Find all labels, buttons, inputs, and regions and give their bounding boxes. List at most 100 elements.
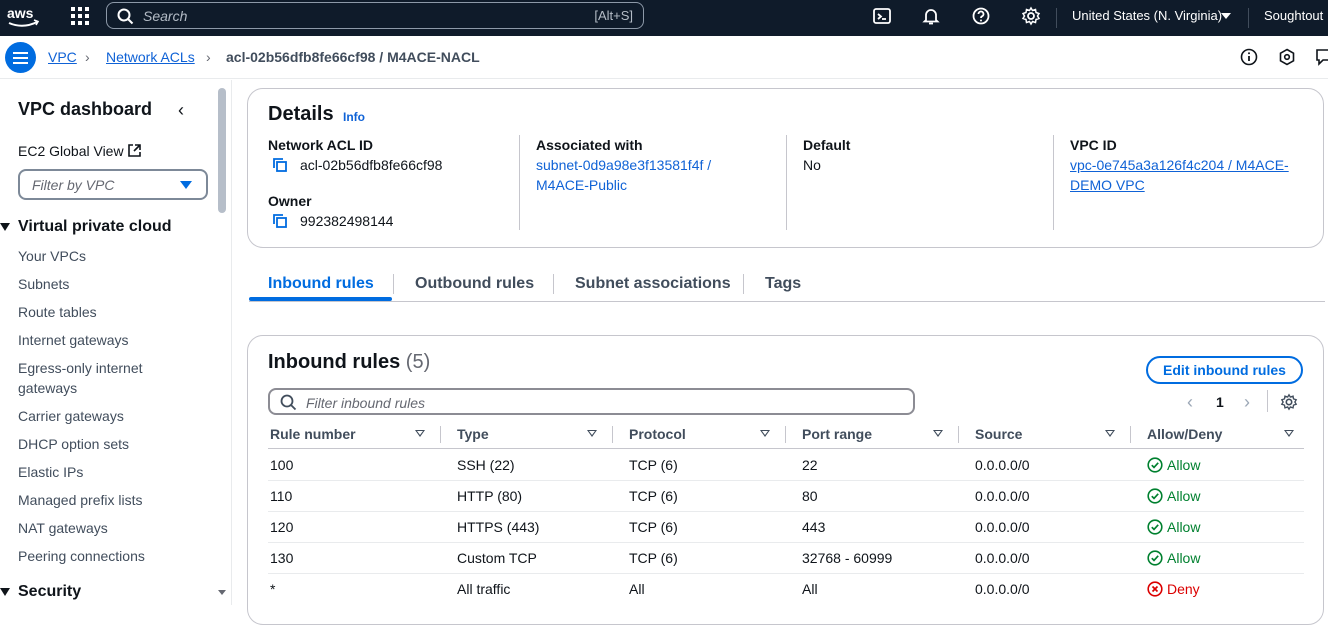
associated-subnet-link[interactable]: subnet-0d9a98e3f13581f4f / [536, 155, 711, 175]
search-shortcut: [Alt+S] [594, 8, 633, 23]
sidebar-item-route-tables[interactable]: Route tables [18, 302, 198, 322]
search-icon [280, 394, 297, 411]
sort-caret-icon[interactable] [760, 430, 770, 437]
previous-page-icon[interactable]: ‹ [1187, 392, 1193, 413]
column-header-allow-deny[interactable]: Allow/Deny [1147, 426, 1222, 442]
cell-source: 0.0.0.0/0 [975, 457, 1030, 473]
sidebar-item-egress-only-internet-gateways[interactable]: Egress-only internet gateways [18, 358, 158, 398]
cell-protocol: All [629, 581, 645, 597]
sidebar-item-your-vpcs[interactable]: Your VPCs [18, 246, 198, 266]
sidebar-item-carrier-gateways[interactable]: Carrier gateways [18, 406, 198, 426]
aws-logo[interactable]: aws [6, 4, 42, 30]
cell-protocol: TCP (6) [629, 519, 678, 535]
cell-allow-deny: Allow [1167, 550, 1201, 566]
breadcrumb-vpc-link[interactable]: VPC [48, 49, 77, 65]
sort-caret-icon[interactable] [933, 430, 943, 437]
services-grid-icon[interactable] [71, 7, 89, 25]
sort-caret-icon[interactable] [587, 430, 597, 437]
feedback-icon[interactable] [1314, 47, 1328, 67]
tab-inbound-rules[interactable]: Inbound rules [268, 275, 374, 293]
top-navigation: aws Search [Alt+S] United States (N. Vir… [0, 0, 1328, 36]
column-resizer[interactable] [958, 426, 959, 443]
settings-gear-icon[interactable] [1021, 6, 1041, 26]
associated-subnet-link-name[interactable]: M4ACE-Public [536, 175, 627, 195]
sidebar-item-peering-connections[interactable]: Peering connections [18, 546, 198, 566]
sidebar-section-virtual-private-cloud[interactable]: Virtual private cloud [18, 218, 172, 236]
sidebar-scrollbar[interactable] [218, 88, 226, 213]
breadcrumb-bar: VPC › Network ACLs › acl-02b56dfb8fe66cf… [0, 36, 1328, 79]
column-resizer[interactable] [440, 426, 441, 443]
sidebar-title[interactable]: VPC dashboard [18, 99, 152, 120]
row-divider [268, 573, 1304, 574]
cell-port-range: 80 [802, 488, 818, 504]
associated-with-label: Associated with [536, 137, 643, 153]
caret-down-icon[interactable] [0, 223, 10, 231]
notifications-bell-icon[interactable] [921, 6, 941, 26]
global-search-input[interactable]: Search [Alt+S] [106, 2, 644, 29]
nav-divider [1056, 8, 1057, 28]
cell-type: HTTP (80) [457, 488, 523, 504]
inbound-rules-title: Inbound rules [268, 351, 401, 373]
next-page-icon[interactable]: › [1244, 392, 1250, 413]
tab-divider [393, 274, 394, 294]
sidebar-item-elastic-ips[interactable]: Elastic IPs [18, 462, 198, 482]
hexagon-icon[interactable] [1277, 47, 1297, 67]
tab-tags[interactable]: Tags [765, 275, 801, 293]
check-circle-icon [1147, 457, 1163, 473]
caret-down-icon[interactable] [0, 588, 10, 596]
column-resizer[interactable] [785, 426, 786, 443]
sort-caret-icon[interactable] [1105, 430, 1115, 437]
breadcrumb-network-acls-link[interactable]: Network ACLs [106, 49, 195, 65]
sidebar-item-nat-gateways[interactable]: NAT gateways [18, 518, 198, 538]
cell-rule-number: * [270, 581, 276, 597]
cell-type: HTTPS (443) [457, 519, 540, 535]
table-header-divider [268, 448, 1304, 449]
sidebar-item-subnets[interactable]: Subnets [18, 274, 198, 294]
side-navigation-toggle-button[interactable] [5, 42, 36, 73]
edit-inbound-rules-button[interactable]: Edit inbound rules [1146, 356, 1303, 384]
cell-rule-number: 100 [270, 457, 294, 473]
cell-allow-deny: Deny [1167, 581, 1200, 597]
filter-inbound-rules-input[interactable]: Filter inbound rules [268, 388, 915, 415]
region-selector[interactable]: United States (N. Virginia) [1072, 8, 1222, 23]
row-divider [268, 511, 1304, 512]
column-header-rule-number[interactable]: Rule number [270, 426, 356, 442]
collapse-sidebar-icon[interactable]: ‹ [178, 100, 184, 121]
scroll-down-arrow-icon[interactable] [218, 590, 226, 595]
account-menu[interactable]: Soughtout [1264, 8, 1323, 23]
table-preferences-gear-icon[interactable] [1280, 393, 1298, 411]
column-header-protocol[interactable]: Protocol [629, 426, 686, 442]
sidebar-item-internet-gateways[interactable]: Internet gateways [18, 330, 198, 350]
vpc-id-link[interactable]: vpc-0e745a3a126f4c204 / M4ACE- [1070, 155, 1289, 175]
cell-protocol: TCP (6) [629, 550, 678, 566]
info-link[interactable]: Info [343, 110, 365, 124]
row-divider [268, 480, 1304, 481]
vpc-id-link-name[interactable]: DEMO VPC [1070, 175, 1145, 195]
copy-icon[interactable] [272, 213, 288, 229]
sidebar-item-managed-prefix-lists[interactable]: Managed prefix lists [18, 490, 198, 510]
column-resizer[interactable] [1130, 426, 1131, 443]
sort-caret-icon[interactable] [1284, 430, 1294, 437]
chevron-right-icon: › [85, 49, 90, 65]
sidebar-item-ec2-global-view[interactable]: EC2 Global View [18, 143, 124, 159]
filter-by-vpc-select[interactable]: Filter by VPC [18, 169, 208, 200]
current-page-number[interactable]: 1 [1216, 394, 1224, 410]
copy-icon[interactable] [272, 157, 288, 173]
cell-port-range: 32768 - 60999 [802, 550, 893, 566]
default-label: Default [803, 137, 851, 153]
column-resizer[interactable] [612, 426, 613, 443]
help-icon[interactable] [971, 6, 991, 26]
column-header-type[interactable]: Type [457, 426, 489, 442]
cell-allow-deny: Allow [1167, 457, 1201, 473]
tab-outbound-rules[interactable]: Outbound rules [415, 275, 534, 293]
sort-caret-icon[interactable] [415, 430, 425, 437]
column-header-source[interactable]: Source [975, 426, 1022, 442]
column-header-port-range[interactable]: Port range [802, 426, 872, 442]
sidebar-section-security[interactable]: Security [18, 583, 81, 601]
tab-divider [743, 274, 744, 294]
cloudshell-icon[interactable] [872, 6, 892, 26]
sidebar-item-dhcp-option-sets[interactable]: DHCP option sets [18, 434, 198, 454]
tab-subnet-associations[interactable]: Subnet associations [575, 275, 731, 293]
info-circle-icon[interactable] [1239, 47, 1259, 67]
cell-source: 0.0.0.0/0 [975, 581, 1030, 597]
